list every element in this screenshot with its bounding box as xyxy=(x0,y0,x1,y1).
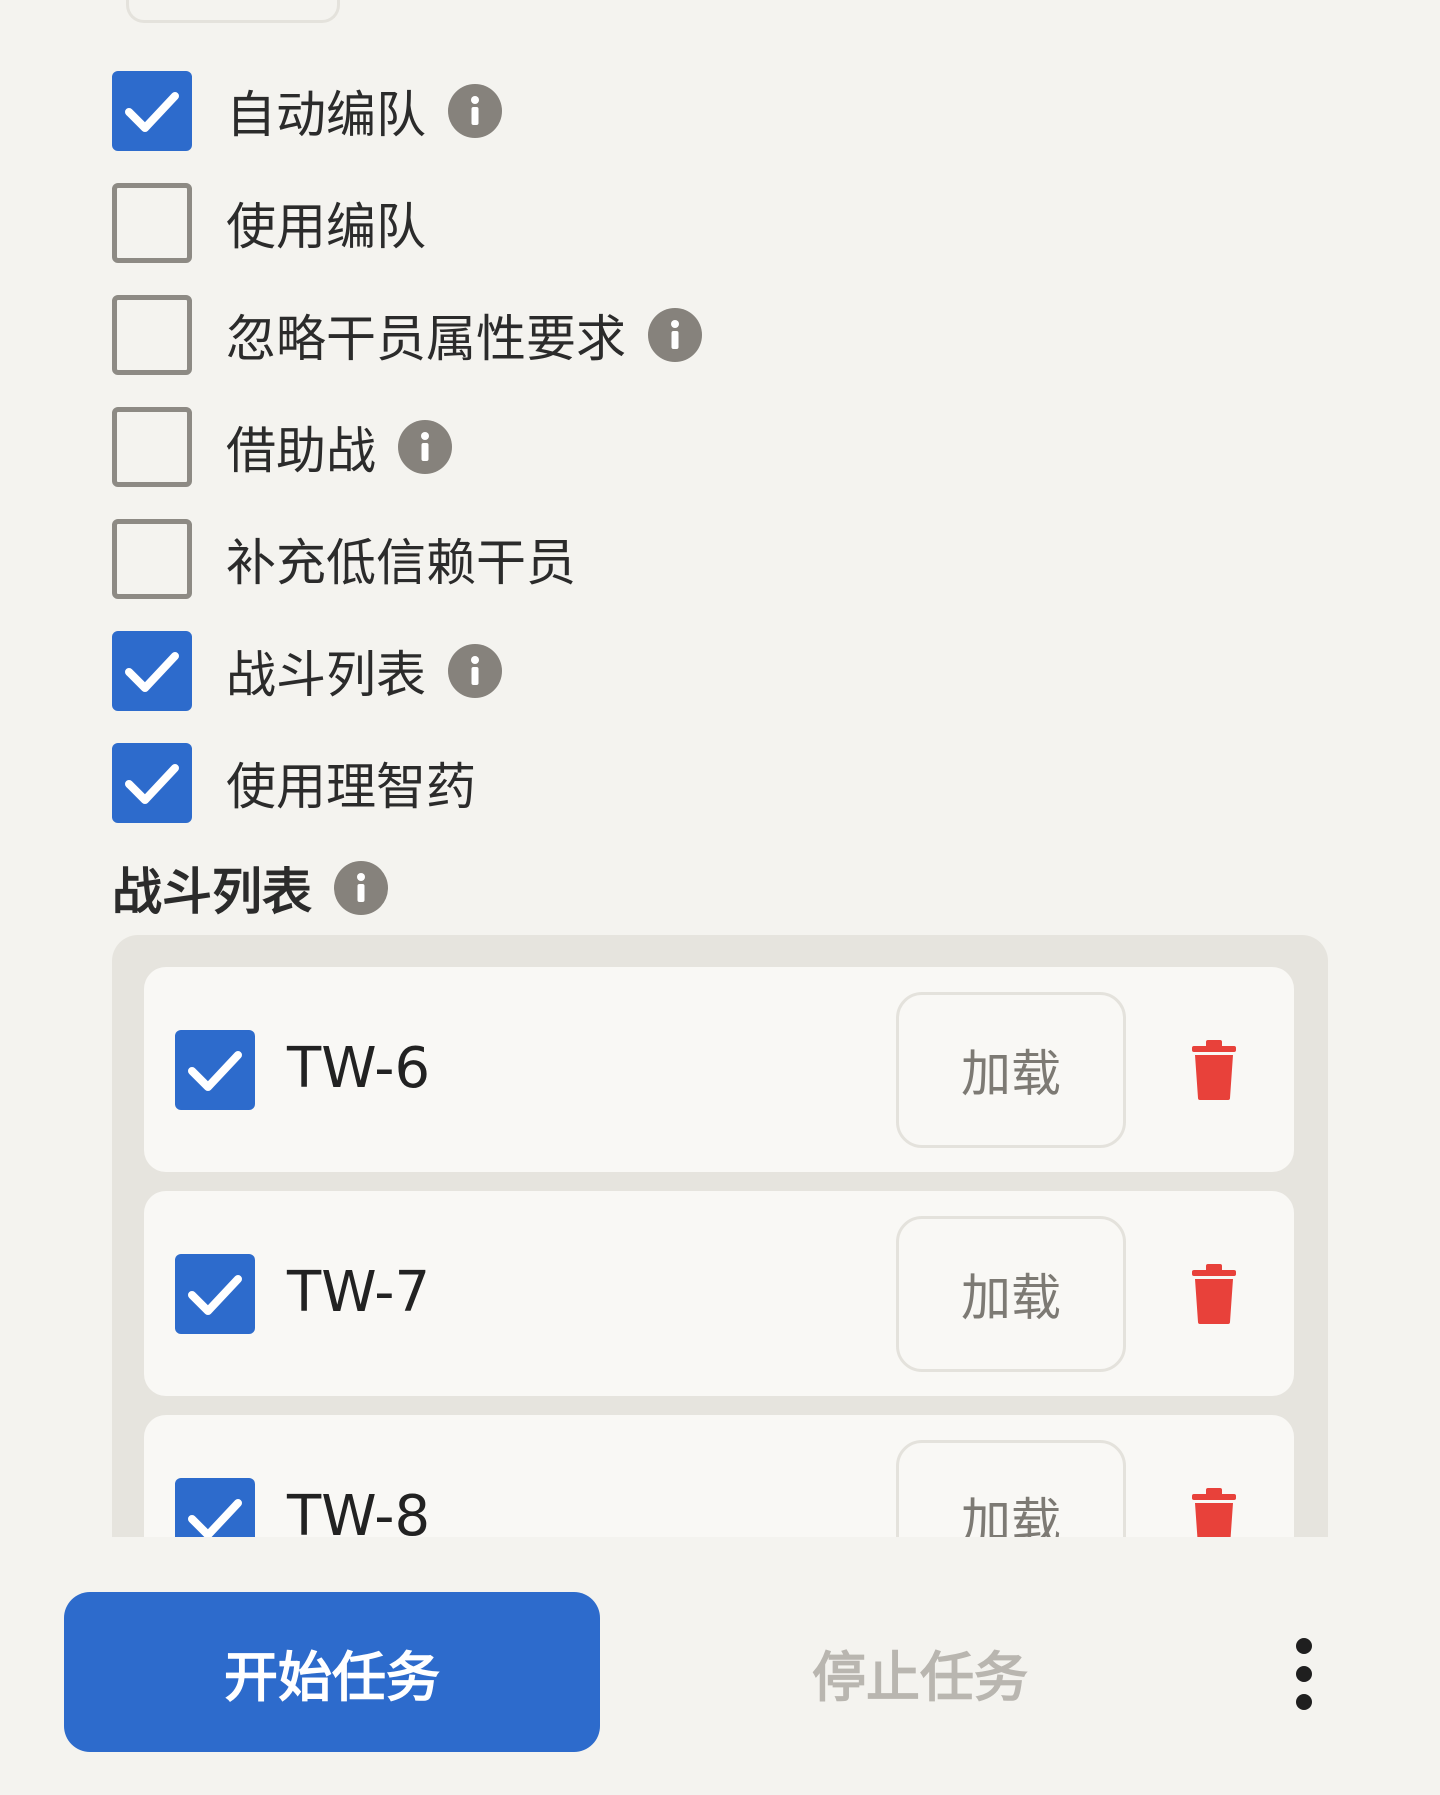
option-battle-list[interactable]: 战斗列表 xyxy=(112,631,502,711)
list-item[interactable]: TW-6 加载 xyxy=(144,967,1294,1172)
check-icon xyxy=(125,652,179,692)
checkbox[interactable] xyxy=(112,407,192,487)
option-label: 自动编队 xyxy=(226,86,426,144)
info-icon[interactable] xyxy=(448,644,502,698)
option-use-sanity-potion[interactable]: 使用理智药 xyxy=(112,743,476,823)
option-auto-formation[interactable]: 自动编队 xyxy=(112,71,502,151)
collapsed-panel-edge xyxy=(126,0,340,23)
section-title: 战斗列表 xyxy=(112,863,312,921)
trash-icon[interactable] xyxy=(1192,1040,1236,1100)
checkbox[interactable] xyxy=(175,1254,255,1334)
load-button[interactable]: 加载 xyxy=(896,1216,1126,1372)
option-label: 使用编队 xyxy=(226,198,426,256)
stop-task-button[interactable]: 停止任务 xyxy=(760,1592,1080,1752)
checkbox[interactable] xyxy=(175,1030,255,1110)
start-task-button[interactable]: 开始任务 xyxy=(64,1592,600,1752)
stage-name: TW-8 xyxy=(287,1484,431,1537)
load-button[interactable]: 加载 xyxy=(896,992,1126,1148)
checkbox[interactable] xyxy=(112,743,192,823)
trash-icon[interactable] xyxy=(1192,1264,1236,1324)
check-icon xyxy=(188,1499,242,1537)
trash-icon[interactable] xyxy=(1192,1488,1236,1537)
check-icon xyxy=(188,1275,242,1315)
stage-name: TW-7 xyxy=(287,1260,431,1325)
option-label: 忽略干员属性要求 xyxy=(226,310,626,368)
checkbox[interactable] xyxy=(112,519,192,599)
check-icon xyxy=(125,764,179,804)
option-borrow-support[interactable]: 借助战 xyxy=(112,407,452,487)
load-button[interactable]: 加载 xyxy=(896,1440,1126,1537)
list-item[interactable]: TW-7 加载 xyxy=(144,1191,1294,1396)
check-icon xyxy=(125,92,179,132)
info-icon[interactable] xyxy=(648,308,702,362)
option-label: 补充低信赖干员 xyxy=(226,534,576,592)
option-use-formation[interactable]: 使用编队 xyxy=(112,183,426,263)
more-vertical-icon[interactable] xyxy=(1274,1634,1334,1714)
check-icon xyxy=(188,1051,242,1091)
option-ignore-attribute-requirement[interactable]: 忽略干员属性要求 xyxy=(112,295,702,375)
option-label: 借助战 xyxy=(226,422,376,480)
stage-name: TW-6 xyxy=(287,1036,431,1101)
checkbox[interactable] xyxy=(112,295,192,375)
info-icon[interactable] xyxy=(398,420,452,474)
option-add-low-trust-operators[interactable]: 补充低信赖干员 xyxy=(112,519,576,599)
checkbox[interactable] xyxy=(112,183,192,263)
option-label: 使用理智药 xyxy=(226,758,476,816)
checkbox[interactable] xyxy=(112,631,192,711)
battle-list[interactable]: TW-6 加载 TW-7 加载 TW-8 加载 xyxy=(112,935,1328,1537)
checkbox[interactable] xyxy=(175,1478,255,1537)
list-item[interactable]: TW-8 加载 xyxy=(144,1415,1294,1537)
checkbox[interactable] xyxy=(112,71,192,151)
info-icon[interactable] xyxy=(448,84,502,138)
battle-list-section-header: 战斗列表 xyxy=(112,856,388,921)
info-icon[interactable] xyxy=(334,861,388,915)
option-label: 战斗列表 xyxy=(226,646,426,704)
